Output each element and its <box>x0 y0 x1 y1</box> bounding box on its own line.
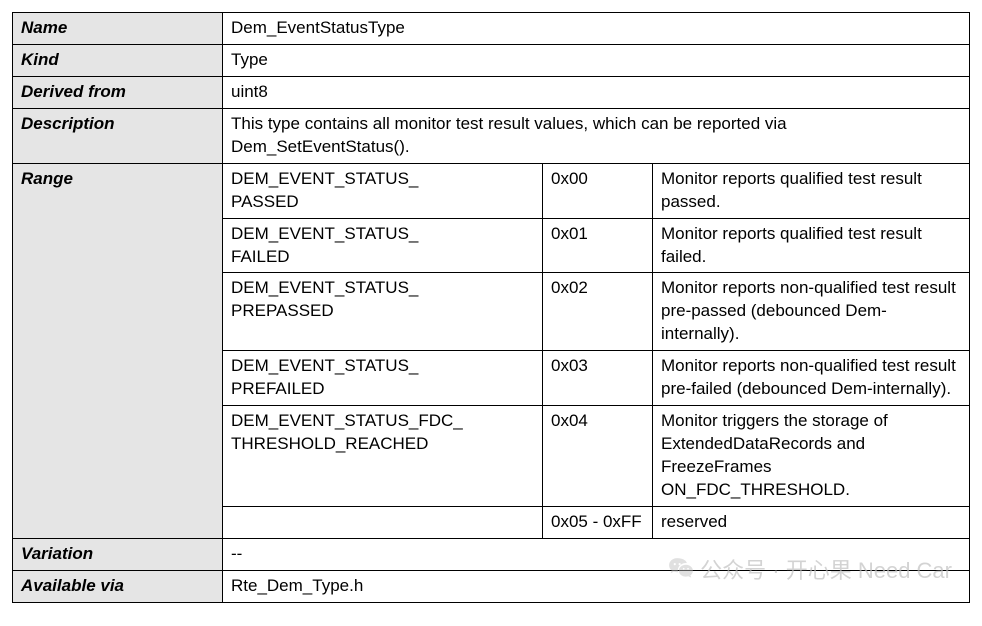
label-derived: Derived from <box>13 76 223 108</box>
label-kind: Kind <box>13 44 223 76</box>
row-description: Description This type contains all monit… <box>13 108 970 163</box>
range-enum: DEM_EVENT_STATUS_PASSED <box>223 163 543 218</box>
range-val: 0x05 - 0xFF <box>543 506 653 538</box>
value-description: This type contains all monitor test resu… <box>223 108 970 163</box>
range-desc: reserved <box>653 506 970 538</box>
range-desc: Monitor reports qualified test result fa… <box>653 218 970 273</box>
spec-table: Name Dem_EventStatusType Kind Type Deriv… <box>12 12 970 603</box>
value-variation: -- <box>223 538 970 570</box>
range-val: 0x04 <box>543 406 653 507</box>
range-val: 0x03 <box>543 351 653 406</box>
range-enum: DEM_EVENT_STATUS_FDC_THRESHOLD_REACHED <box>223 406 543 507</box>
range-val: 0x00 <box>543 163 653 218</box>
range-enum <box>223 506 543 538</box>
range-desc: Monitor reports non-qualified test resul… <box>653 351 970 406</box>
row-derived: Derived from uint8 <box>13 76 970 108</box>
value-name: Dem_EventStatusType <box>223 13 970 45</box>
range-val: 0x01 <box>543 218 653 273</box>
label-available: Available via <box>13 570 223 602</box>
range-enum: DEM_EVENT_STATUS_FAILED <box>223 218 543 273</box>
range-enum: DEM_EVENT_STATUS_PREFAILED <box>223 351 543 406</box>
label-description: Description <box>13 108 223 163</box>
label-variation: Variation <box>13 538 223 570</box>
range-desc: Monitor reports non-qualified test resul… <box>653 273 970 351</box>
range-desc: Monitor triggers the storage of Extended… <box>653 406 970 507</box>
range-desc: Monitor reports qualified test result pa… <box>653 163 970 218</box>
range-enum: DEM_EVENT_STATUS_PREPASSED <box>223 273 543 351</box>
value-available: Rte_Dem_Type.h <box>223 570 970 602</box>
label-name: Name <box>13 13 223 45</box>
value-derived: uint8 <box>223 76 970 108</box>
range-val: 0x02 <box>543 273 653 351</box>
value-kind: Type <box>223 44 970 76</box>
label-range: Range <box>13 163 223 538</box>
row-kind: Kind Type <box>13 44 970 76</box>
row-available: Available via Rte_Dem_Type.h <box>13 570 970 602</box>
row-variation: Variation -- <box>13 538 970 570</box>
row-range-0: Range DEM_EVENT_STATUS_PASSED 0x00 Monit… <box>13 163 970 218</box>
row-name: Name Dem_EventStatusType <box>13 13 970 45</box>
